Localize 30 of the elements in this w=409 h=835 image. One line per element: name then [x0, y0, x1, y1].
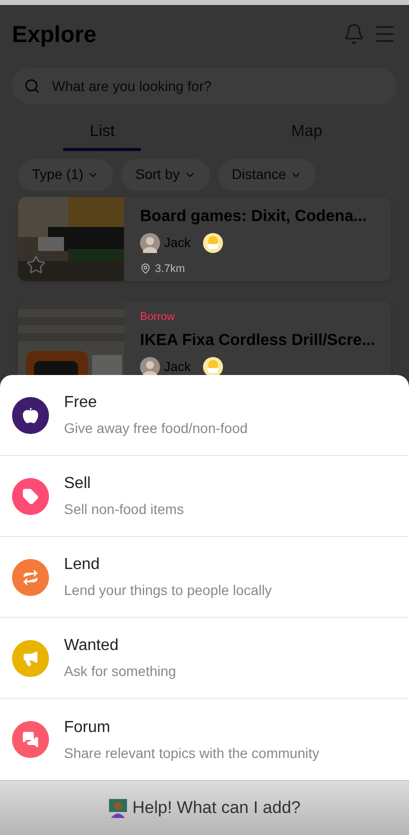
- user-name: Jack: [164, 234, 191, 252]
- add-menu-item[interactable]: Lend Lend your things to people locally: [0, 537, 409, 618]
- item-subtitle: Sell non-food items: [64, 500, 184, 519]
- item-subtitle: Lend your things to people locally: [64, 581, 272, 600]
- item-subtitle: Share relevant topics with the community: [64, 744, 320, 763]
- user-name: Jack: [164, 358, 191, 376]
- notification-bell-icon[interactable]: [343, 23, 365, 46]
- item-subtitle: Give away free food/non-food: [64, 419, 248, 438]
- add-menu-item[interactable]: Sell Sell non-food items: [0, 456, 409, 537]
- add-menu-item[interactable]: Wanted Ask for something: [0, 618, 409, 699]
- item-subtitle: Ask for something: [64, 662, 176, 681]
- add-menu-item[interactable]: Forum Share relevant topics with the community: [0, 699, 409, 780]
- item-title: Forum: [64, 718, 112, 738]
- location-pin-icon: [140, 263, 151, 274]
- teacher-icon: [108, 798, 128, 818]
- search-icon: [24, 78, 40, 94]
- add-menu-item[interactable]: Free Give away free food/non-food: [0, 375, 409, 456]
- avatar-icon: [140, 232, 160, 252]
- item-title: Sell: [64, 474, 92, 494]
- help-button[interactable]: Help! What can I add?: [0, 780, 409, 835]
- chick-badge-icon: [202, 232, 223, 252]
- star-icon[interactable]: [26, 254, 46, 274]
- item-title: Lend: [64, 555, 101, 575]
- item-title: Free: [64, 393, 98, 413]
- listing-card[interactable]: Board games: Dixit, Codena... Jack 3.7km: [18, 196, 391, 280]
- listing-title: IKEA Fixa Cordless Drill/Scre...: [140, 331, 376, 351]
- listing-tag: Borrow: [140, 308, 175, 325]
- listing-title: Board games: Dixit, Codena...: [140, 206, 367, 226]
- distance-text: 3.7km: [155, 262, 185, 276]
- item-title: Wanted: [64, 636, 120, 656]
